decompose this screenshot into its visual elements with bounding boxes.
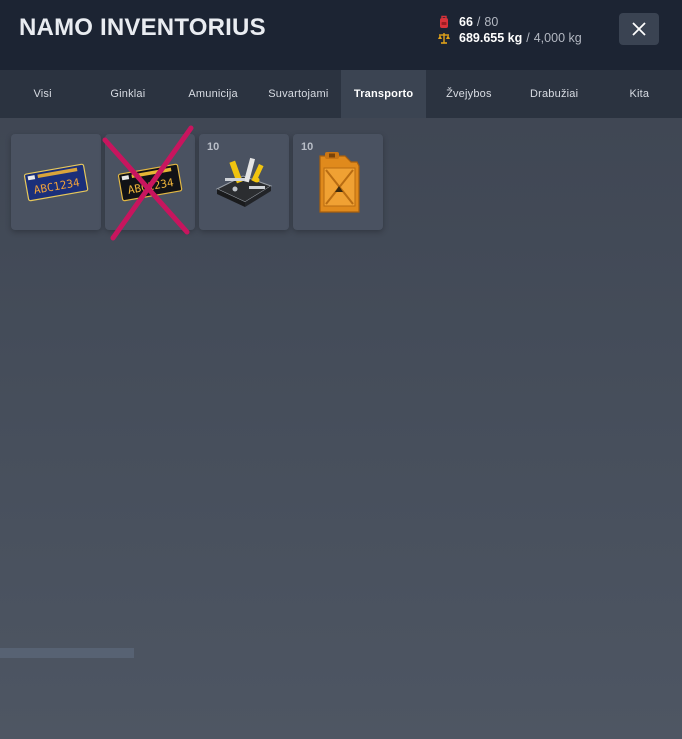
item-slot-jerry-can[interactable]: 10	[293, 134, 383, 230]
cross-mark-icon	[102, 125, 194, 241]
inventory-header: NAMO INVENTORIUS 66 / 80 689.655 kg / 4,…	[0, 0, 682, 70]
backpack-icon	[437, 15, 451, 29]
item-slot-toolkit[interactable]: 10	[199, 134, 289, 230]
item-slot-license-plate-black[interactable]: ABC1234	[102, 125, 195, 241]
tab-suvartojami[interactable]: Suvartojami	[256, 70, 341, 118]
close-button[interactable]	[619, 13, 659, 45]
item-slot-license-plate-blue[interactable]: ABC1234	[11, 134, 101, 230]
slots-used: 66	[459, 15, 473, 29]
weight-max: 4,000 kg	[533, 31, 582, 45]
tab-zvejybos[interactable]: Žvejybos	[426, 70, 511, 118]
tab-transporto[interactable]: Transporto	[341, 70, 427, 118]
inventory-stats: 66 / 80 689.655 kg / 4,000 kg	[437, 14, 582, 46]
close-icon	[632, 22, 646, 36]
tab-amunicija[interactable]: Amunicija	[171, 70, 256, 118]
item-grid: ABC1234 ABC1234 10	[11, 125, 383, 241]
weight-scale-icon	[437, 31, 451, 45]
page-title: NAMO INVENTORIUS	[19, 14, 266, 41]
background-stripe	[0, 648, 134, 658]
tab-drabuziai[interactable]: Drabužiai	[512, 70, 597, 118]
slots-stat: 66 / 80	[437, 14, 582, 30]
toolkit-icon	[215, 157, 273, 207]
tab-kita[interactable]: Kita	[597, 70, 682, 118]
weight-used: 689.655 kg	[459, 31, 523, 45]
tab-ginklai[interactable]: Ginklai	[85, 70, 170, 118]
tab-visi[interactable]: Visi	[0, 70, 85, 118]
weight-stat: 689.655 kg / 4,000 kg	[437, 30, 582, 46]
jerry-can-icon	[319, 152, 360, 213]
category-tabs: Visi Ginklai Amunicija Suvartojami Trans…	[0, 70, 682, 118]
slots-max: 80	[484, 15, 499, 29]
license-plate-icon: ABC1234	[23, 163, 89, 202]
